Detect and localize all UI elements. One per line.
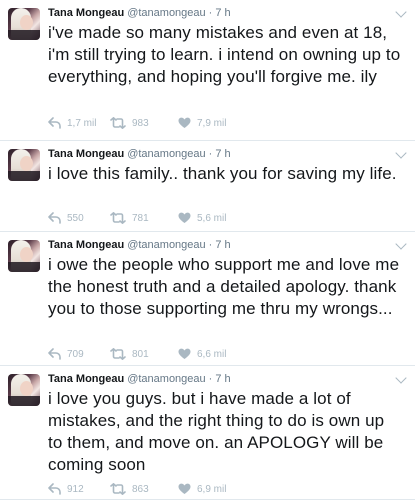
- tweet-header: Tana Mongeau @tanamongeau · 7 h: [48, 371, 409, 387]
- like-count: 6,6 mil: [197, 349, 227, 360]
- retweet-count: 983: [132, 118, 149, 129]
- tweet-text: i've made so many mistakes and even at 1…: [48, 23, 401, 86]
- username[interactable]: @tanamongeau: [127, 148, 205, 160]
- reply-button[interactable]: 709: [48, 347, 84, 363]
- tweet-text: i love this family.. thank you for savin…: [48, 164, 397, 183]
- reply-icon: [48, 117, 61, 129]
- tweet-card[interactable]: Tana Mongeau @tanamongeau · 7 h i've made s…: [0, 0, 415, 141]
- separator-dot: ·: [208, 7, 213, 19]
- display-name[interactable]: Tana Mongeau: [48, 7, 124, 19]
- avatar[interactable]: [8, 149, 40, 181]
- avatar[interactable]: [8, 374, 40, 406]
- tweet-feed: Tana Mongeau @tanamongeau · 7 h i've made s…: [0, 0, 415, 500]
- username[interactable]: @tanamongeau: [127, 373, 205, 385]
- heart-icon: [178, 348, 191, 359]
- retweet-button[interactable]: 781: [110, 211, 149, 227]
- timestamp[interactable]: 7 h: [215, 7, 230, 19]
- separator-dot: ·: [208, 148, 213, 160]
- retweet-count: 801: [132, 349, 149, 360]
- retweet-count: 863: [132, 484, 149, 495]
- username[interactable]: @tanamongeau: [127, 239, 205, 251]
- tweet-header: Tana Mongeau @tanamongeau · 7 h: [48, 237, 409, 253]
- reply-button[interactable]: 1,7 mil: [48, 116, 96, 132]
- tweet-card[interactable]: Tana Mongeau @tanamongeau · 7 h i love you …: [0, 366, 415, 500]
- retweet-icon: [110, 117, 126, 129]
- display-name[interactable]: Tana Mongeau: [48, 148, 124, 160]
- like-button[interactable]: 7,9 mil: [178, 116, 226, 132]
- like-button[interactable]: 6,9 mil: [178, 482, 226, 498]
- reply-icon: [48, 348, 61, 360]
- heart-icon: [178, 117, 191, 128]
- tweet-header: Tana Mongeau @tanamongeau · 7 h: [48, 146, 409, 162]
- tweet-card[interactable]: Tana Mongeau @tanamongeau · 7 h i owe the p…: [0, 232, 415, 366]
- retweet-icon: [110, 348, 126, 360]
- like-count: 6,9 mil: [197, 484, 227, 495]
- timestamp[interactable]: 7 h: [215, 373, 230, 385]
- tweet-card[interactable]: Tana Mongeau @tanamongeau · 7 h i love this…: [0, 141, 415, 232]
- tweet-header: Tana Mongeau @tanamongeau · 7 h: [48, 5, 409, 21]
- avatar[interactable]: [8, 8, 40, 40]
- timestamp[interactable]: 7 h: [215, 239, 230, 251]
- reply-count: 1,7 mil: [67, 118, 97, 129]
- separator-dot: ·: [208, 373, 213, 385]
- reply-count: 912: [67, 484, 84, 495]
- separator-dot: ·: [208, 239, 213, 251]
- heart-icon: [178, 212, 191, 223]
- like-count: 5,6 mil: [197, 213, 227, 224]
- username[interactable]: @tanamongeau: [127, 7, 205, 19]
- tweet-text: i love you guys. but i have made a lot o…: [48, 389, 385, 474]
- reply-count: 709: [67, 349, 84, 360]
- like-button[interactable]: 6,6 mil: [178, 347, 226, 363]
- avatar[interactable]: [8, 240, 40, 272]
- display-name[interactable]: Tana Mongeau: [48, 239, 124, 251]
- retweet-button[interactable]: 863: [110, 482, 149, 498]
- like-button[interactable]: 5,6 mil: [178, 211, 226, 227]
- reply-button[interactable]: 912: [48, 482, 84, 498]
- like-count: 7,9 mil: [197, 118, 227, 129]
- timestamp[interactable]: 7 h: [215, 148, 230, 160]
- reply-icon: [48, 212, 61, 224]
- reply-icon: [48, 483, 61, 495]
- retweet-button[interactable]: 983: [110, 116, 149, 132]
- reply-button[interactable]: 550: [48, 211, 84, 227]
- tweet-text: i owe the people who support me and love…: [48, 255, 400, 318]
- retweet-button[interactable]: 801: [110, 347, 149, 363]
- reply-count: 550: [67, 213, 84, 224]
- display-name[interactable]: Tana Mongeau: [48, 373, 124, 385]
- heart-icon: [178, 483, 191, 494]
- retweet-count: 781: [132, 213, 149, 224]
- retweet-icon: [110, 212, 126, 224]
- retweet-icon: [110, 483, 126, 495]
